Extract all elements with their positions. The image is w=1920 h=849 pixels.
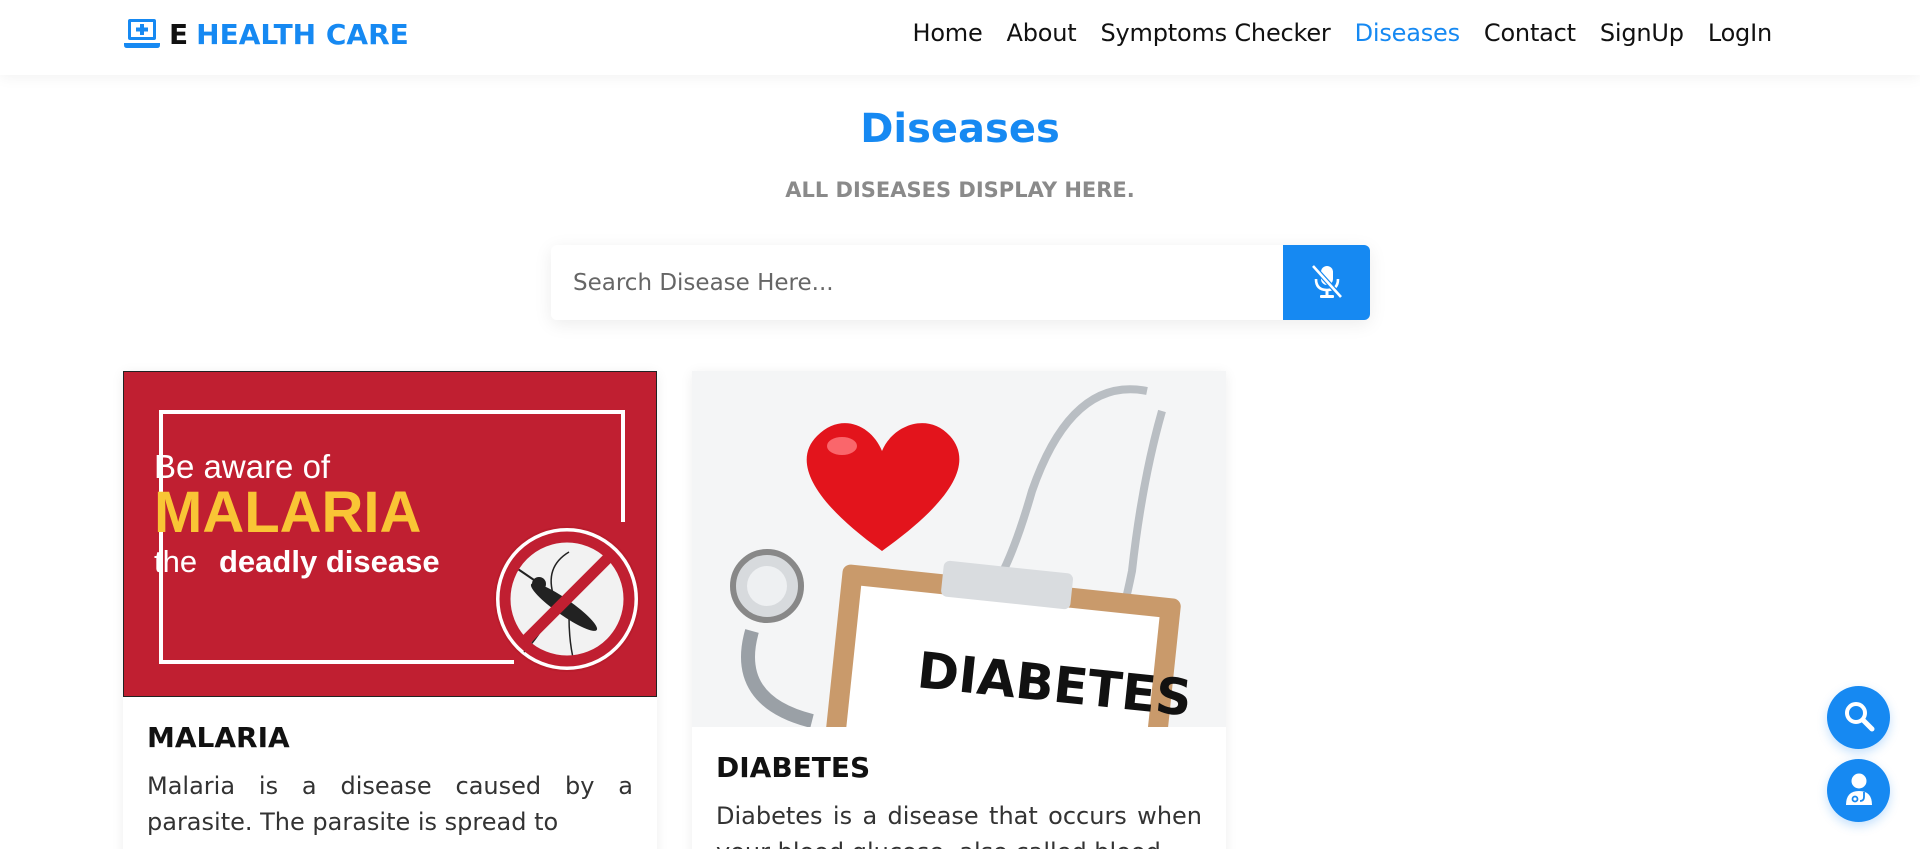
nav-home[interactable]: Home	[900, 17, 994, 49]
navbar: E HEALTH CARE Home About Symptoms Checke…	[0, 0, 1920, 75]
malaria-image: Be aware of MALARIA the deadly disease	[123, 371, 657, 697]
page-title: Diseases	[860, 106, 1060, 152]
microphone-slash-icon	[1306, 263, 1348, 302]
brand-name: HEALTH CARE	[196, 17, 409, 51]
nav-signup[interactable]: SignUp	[1588, 17, 1696, 49]
malaria-image-line3-bold: deadly disease	[219, 544, 440, 579]
floating-search-button[interactable]	[1827, 686, 1890, 749]
card-title-diabetes: DIABETES	[716, 751, 871, 784]
disease-card-diabetes[interactable]: DIABETES DIABETES Diabetes is a disease …	[692, 371, 1226, 849]
nav-symptoms-checker[interactable]: Symptoms Checker	[1089, 17, 1343, 49]
brand-logo[interactable]: E HEALTH CARE	[123, 16, 409, 52]
malaria-image-line3-prefix: the	[154, 544, 197, 579]
nav-contact[interactable]: Contact	[1472, 17, 1588, 49]
page-subtitle: ALL DISEASES DISPLAY HERE.	[785, 178, 1135, 202]
doctor-icon	[1844, 772, 1874, 809]
card-text-diabetes: Diabetes is a disease that occurs when y…	[716, 802, 1202, 849]
no-mosquito-icon	[494, 526, 640, 672]
main-nav: Home About Symptoms Checker Diseases Con…	[900, 17, 1784, 49]
card-text-malaria: Malaria is a disease caused by a parasit…	[147, 772, 633, 836]
card-title-malaria: MALARIA	[147, 721, 290, 754]
nav-about[interactable]: About	[995, 17, 1089, 49]
disease-card-malaria[interactable]: Be aware of MALARIA the deadly disease M…	[123, 371, 657, 849]
search-input[interactable]	[551, 245, 1283, 320]
nav-diseases[interactable]: Diseases	[1343, 17, 1472, 49]
brand-prefix: E	[169, 17, 189, 51]
voice-search-button[interactable]	[1283, 245, 1370, 320]
laptop-medical-icon	[123, 17, 161, 51]
floating-doctor-button[interactable]	[1827, 759, 1890, 822]
search-icon	[1843, 700, 1875, 735]
malaria-image-line2: MALARIA	[154, 480, 421, 545]
search-bar	[551, 245, 1370, 320]
nav-login[interactable]: LogIn	[1696, 17, 1784, 49]
diabetes-image: DIABETES	[692, 371, 1226, 727]
